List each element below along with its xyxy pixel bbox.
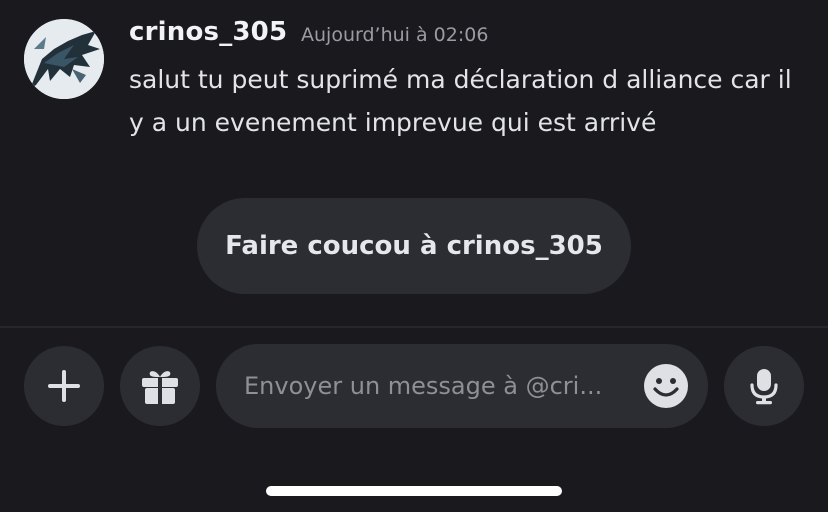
- message-text: salut tu peut suprimé ma déclaration d a…: [129, 65, 792, 137]
- emoji-button[interactable]: [643, 363, 689, 409]
- message-timestamp: Aujourd’hui à 02:06: [301, 24, 489, 46]
- composer-divider: [0, 326, 828, 328]
- wave-button[interactable]: Faire coucou à crinos_305: [197, 198, 631, 294]
- raven-avatar-icon: [24, 19, 104, 99]
- gift-icon: [142, 371, 178, 404]
- user-avatar[interactable]: [24, 19, 104, 99]
- message-input[interactable]: [244, 344, 624, 428]
- message-composer: [216, 344, 708, 428]
- message-username[interactable]: crinos_305: [129, 17, 287, 47]
- chat-message: crinos_305 Aujourd’hui à 02:06 salut tu …: [0, 0, 828, 170]
- add-attachment-button[interactable]: [24, 346, 104, 426]
- voice-message-button[interactable]: [724, 346, 804, 426]
- dm-screen: crinos_305 Aujourd’hui à 02:06 salut tu …: [0, 0, 828, 512]
- gift-button[interactable]: [120, 346, 200, 426]
- plus-icon: [48, 370, 80, 402]
- smiley-icon: [644, 364, 688, 408]
- microphone-icon: [750, 369, 778, 405]
- home-indicator[interactable]: [266, 486, 562, 496]
